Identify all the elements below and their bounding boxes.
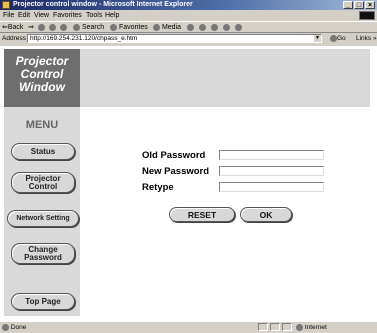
retype-label: Retype xyxy=(142,182,174,193)
page-content: Projector Control Window MENU Status Pro… xyxy=(0,46,377,321)
nav-change-password-button[interactable]: Change Password xyxy=(11,243,75,264)
nav-status-button[interactable]: Status xyxy=(11,143,75,160)
status-cell xyxy=(282,323,292,331)
menu-view[interactable]: View xyxy=(34,10,49,21)
menu-heading: MENU xyxy=(25,119,59,131)
window-controls: _ □ × xyxy=(343,1,375,9)
nav-projector-control-button[interactable]: Projector Control xyxy=(11,172,75,193)
old-password-label: Old Password xyxy=(142,150,206,161)
media-icon xyxy=(153,23,160,31)
maximize-button[interactable]: □ xyxy=(354,1,364,9)
favorites-icon xyxy=(110,23,117,31)
nav-network-setting-button[interactable]: Network Setting xyxy=(7,210,79,227)
ok-button[interactable]: OK xyxy=(240,207,292,222)
address-dropdown-icon[interactable]: ▼ xyxy=(314,35,321,42)
nav-top-page-button[interactable]: Top Page xyxy=(11,293,75,310)
internet-zone-icon xyxy=(296,323,303,331)
status-cell xyxy=(270,323,280,331)
status-bar: Done Internet xyxy=(0,321,377,332)
old-password-input[interactable] xyxy=(219,150,324,160)
minimize-button[interactable]: _ xyxy=(343,1,353,9)
title-bar: Projector control window - Microsoft Int… xyxy=(0,0,377,10)
new-password-label: New Password xyxy=(142,166,210,177)
status-cell xyxy=(258,323,268,331)
address-bar: Address http://169.254.231.120/chpass_e.… xyxy=(0,33,377,45)
links-button[interactable]: Links » xyxy=(356,33,377,45)
menu-edit[interactable]: Edit xyxy=(18,10,30,21)
address-label: Address xyxy=(2,35,26,42)
menu-tools[interactable]: Tools xyxy=(86,10,102,21)
go-button[interactable]: Go xyxy=(330,33,346,45)
retype-password-input[interactable] xyxy=(219,182,324,192)
projector-control-window-logo: Projector Control Window xyxy=(4,49,80,107)
nav-panel: MENU Status Projector Control Network Set… xyxy=(4,107,80,316)
ie-throbber-logo xyxy=(359,11,375,20)
menu-file[interactable]: File xyxy=(3,10,14,21)
menu-help[interactable]: Help xyxy=(105,10,119,21)
menu-favorites[interactable]: Favorites xyxy=(53,10,82,21)
header-banner xyxy=(80,49,370,107)
window-title: Projector control window - Microsoft Int… xyxy=(13,1,193,8)
search-icon xyxy=(73,23,80,31)
menu-bar: File Edit View Favorites Tools Help xyxy=(0,10,377,21)
ie-page-icon xyxy=(2,1,10,9)
page-done-icon xyxy=(2,323,9,331)
address-input[interactable]: http://169.254.231.120/chpass_e.htm xyxy=(27,34,322,43)
reset-button[interactable]: RESET xyxy=(169,207,235,222)
status-text: Done xyxy=(2,322,26,333)
go-icon xyxy=(330,34,337,42)
toolbar: ⇐Back ⇒ Search Favorites Media xyxy=(0,21,377,33)
close-button[interactable]: × xyxy=(365,1,375,9)
security-zone: Internet xyxy=(296,322,327,333)
new-password-input[interactable] xyxy=(219,166,324,176)
